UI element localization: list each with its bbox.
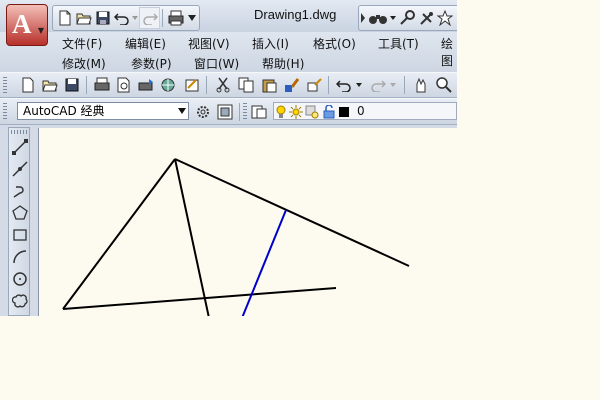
- polyline-icon[interactable]: [10, 181, 29, 201]
- chevron-down-icon: ▼: [37, 26, 44, 35]
- search-dropdown-icon[interactable]: [389, 8, 397, 28]
- redo-icon[interactable]: [368, 75, 388, 95]
- block-editor-icon[interactable]: [304, 75, 324, 95]
- standard-toolbar: [0, 72, 457, 98]
- drawing-geometry: [62, 158, 410, 316]
- open-icon[interactable]: [74, 8, 93, 28]
- publish-icon[interactable]: [136, 75, 156, 95]
- toolbar-grip-icon: [359, 8, 367, 28]
- blue-line[interactable]: [241, 209, 287, 316]
- menu-modify[interactable]: 修改(M): [62, 55, 106, 72]
- sheet-set-icon[interactable]: [182, 75, 202, 95]
- toolbar-separator: [206, 76, 207, 94]
- menu-parametric[interactable]: 参数(P): [131, 55, 172, 72]
- paste-icon[interactable]: [259, 75, 279, 95]
- 3d-dwf-icon[interactable]: [159, 75, 179, 95]
- undo-icon[interactable]: [334, 75, 354, 95]
- menu-tools[interactable]: 工具(T): [378, 35, 419, 52]
- toolbar-grip[interactable]: [11, 130, 27, 134]
- drawing-canvas[interactable]: [38, 128, 457, 316]
- binoculars-icon[interactable]: [367, 8, 389, 28]
- revision-cloud-icon[interactable]: [10, 291, 29, 311]
- qat-customize-dropdown-icon[interactable]: [187, 8, 197, 28]
- redo-dropdown-icon[interactable]: [388, 75, 398, 95]
- menu-format[interactable]: 格式(O): [313, 35, 356, 52]
- menu-insert[interactable]: 插入(I): [252, 35, 289, 52]
- my-workspace-icon[interactable]: [215, 102, 235, 122]
- toolbar-separator: [86, 76, 87, 94]
- rectangle-icon[interactable]: [10, 225, 29, 245]
- pan-realtime-icon[interactable]: [411, 75, 431, 95]
- document-title: Drawing1.dwg: [254, 7, 337, 22]
- menu-bar: 文件(F) 编辑(E) 视图(V) 插入(I) 格式(O) 工具(T) 绘图 修…: [0, 32, 457, 72]
- menu-help[interactable]: 帮助(H): [262, 55, 304, 72]
- toolbar-separator: [162, 9, 163, 27]
- new-icon[interactable]: [55, 8, 74, 28]
- undo-dropdown-icon[interactable]: [131, 8, 139, 28]
- quick-access-toolbar: [52, 5, 200, 31]
- toolbar-separator: [239, 103, 240, 121]
- toolbar-grip[interactable]: [243, 103, 247, 119]
- menu-view[interactable]: 视图(V): [188, 35, 230, 52]
- title-bar: Drawing1.dwg: [0, 0, 457, 32]
- workspace-settings-gear-icon[interactable]: [193, 102, 213, 122]
- redo-icon[interactable]: [139, 7, 160, 29]
- communication-center-icon[interactable]: [416, 8, 435, 28]
- polygon-icon[interactable]: [10, 203, 29, 223]
- plot-icon[interactable]: [92, 75, 112, 95]
- draw-toolbar: [8, 127, 30, 316]
- layer-color-swatch-icon: [338, 102, 350, 122]
- save-icon[interactable]: [62, 75, 82, 95]
- menu-draw[interactable]: 绘图: [441, 35, 457, 69]
- match-properties-icon[interactable]: [282, 75, 302, 95]
- infocenter-toolbar: [358, 5, 457, 31]
- autocad-window: Drawing1.dwg A ▼ 文件(F) 编辑(E) 视图(V) 插入(I)…: [0, 0, 457, 316]
- undo-icon[interactable]: [112, 8, 131, 28]
- workspace-layer-toolbar: AutoCAD 经典: [0, 98, 457, 125]
- key-icon[interactable]: [397, 8, 416, 28]
- arc-icon[interactable]: [10, 247, 29, 267]
- autocad-logo: A: [12, 9, 32, 39]
- lightbulb-on-icon[interactable]: [275, 102, 287, 122]
- menu-window[interactable]: 窗口(W): [194, 55, 239, 72]
- toolbar-separator: [404, 76, 405, 94]
- undo-dropdown-icon[interactable]: [354, 75, 364, 95]
- sun-thaw-icon[interactable]: [289, 102, 303, 122]
- chevron-down-icon: [178, 108, 186, 114]
- construction-line-icon[interactable]: [10, 159, 29, 179]
- open-icon[interactable]: [40, 75, 60, 95]
- menu-file[interactable]: 文件(F): [62, 35, 102, 52]
- qnew-icon[interactable]: [18, 75, 38, 95]
- toolbar-separator: [328, 76, 329, 94]
- save-icon[interactable]: [93, 8, 112, 28]
- plot-icon[interactable]: [165, 8, 187, 28]
- application-menu-button[interactable]: A ▼: [6, 4, 48, 46]
- workspace-select-value: AutoCAD 经典: [23, 104, 105, 118]
- toolbar-grip[interactable]: [3, 77, 7, 93]
- plot-preview-icon[interactable]: [114, 75, 134, 95]
- zoom-realtime-icon[interactable]: [434, 75, 454, 95]
- triangle-edge-top[interactable]: [174, 158, 410, 267]
- layer-properties-icon[interactable]: [249, 102, 269, 122]
- triangle-edge-left[interactable]: [62, 158, 176, 310]
- menu-edit[interactable]: 编辑(E): [125, 35, 166, 52]
- viewport-freeze-icon[interactable]: [305, 102, 319, 122]
- circle-icon[interactable]: [10, 269, 29, 289]
- favorites-star-icon[interactable]: [435, 8, 454, 28]
- toolbar-grip[interactable]: [3, 103, 7, 119]
- workspace-select[interactable]: AutoCAD 经典: [17, 102, 189, 120]
- unlock-icon[interactable]: [322, 102, 336, 122]
- median-line[interactable]: [174, 158, 210, 316]
- cut-icon[interactable]: [213, 75, 233, 95]
- current-layer-name: 0: [357, 104, 365, 118]
- line-icon[interactable]: [10, 137, 29, 157]
- base-line[interactable]: [62, 287, 337, 310]
- copy-icon[interactable]: [236, 75, 256, 95]
